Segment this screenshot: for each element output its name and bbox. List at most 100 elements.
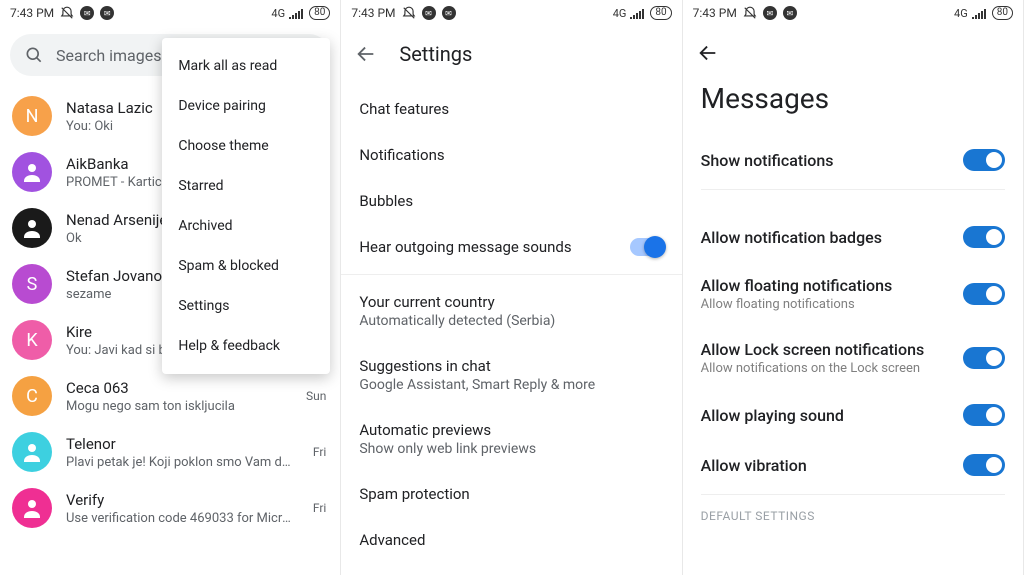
chat-text: Verify Use verification code 469033 for M…	[66, 491, 293, 526]
toggle-switch[interactable]	[630, 238, 664, 256]
appbar: Settings	[341, 26, 681, 86]
settings-item[interactable]: Spam protection	[341, 471, 681, 517]
notification-row[interactable]: Allow playing sound	[683, 390, 1023, 440]
chat-date: Sun	[306, 389, 326, 403]
settings-item-primary: Chat features	[359, 100, 663, 118]
chat-name: Verify	[66, 491, 293, 509]
menu-item[interactable]: Help & feedback	[162, 326, 330, 366]
status-bar: 7:43 PM ✉ ✉ 4G 80	[0, 0, 340, 26]
menu-item[interactable]: Archived	[162, 206, 330, 246]
settings-item[interactable]: Suggestions in chat Google Assistant, Sma…	[341, 343, 681, 407]
settings-item-primary: Automatic previews	[359, 421, 663, 439]
settings-item-primary: Bubbles	[359, 192, 663, 210]
toggle-switch[interactable]	[963, 283, 1005, 305]
menu-item[interactable]: Spam & blocked	[162, 246, 330, 286]
panel-messages-list: 7:43 PM ✉ ✉ 4G 80 Search images NNatasa …	[0, 0, 341, 575]
toggle-switch[interactable]	[963, 226, 1005, 248]
chat-item[interactable]: Telenor Plavi petak je! Koji poklon smo V…	[0, 424, 340, 480]
avatar: S	[12, 264, 52, 304]
battery-indicator: 80	[992, 6, 1013, 20]
battery-indicator: 80	[650, 6, 671, 20]
notification-row[interactable]: Allow Lock screen notifications Allow not…	[683, 326, 1023, 390]
network-label: 4G	[613, 7, 627, 20]
notification-row-primary: Allow vibration	[701, 456, 947, 475]
settings-item-primary: Advanced	[359, 531, 663, 549]
notification-row-primary: Show notifications	[701, 151, 947, 170]
chat-text: Ceca 063 Mogu nego sam ton iskljucila	[66, 379, 286, 414]
notification-row[interactable]: Allow floating notificationsAllow floati…	[683, 262, 1023, 326]
notification-list: Show notifications Allow notification bad…	[683, 135, 1023, 490]
notification-row[interactable]: Show notifications	[683, 135, 1023, 185]
settings-item[interactable]: Hear outgoing message sounds	[341, 224, 681, 270]
appbar-title: Settings	[399, 42, 472, 66]
status-time: 7:43 PM	[351, 6, 395, 20]
search-placeholder: Search images	[56, 46, 161, 65]
settings-item-primary: Notifications	[359, 146, 663, 164]
section-label: DEFAULT SETTINGS	[683, 509, 1023, 523]
toggle-switch[interactable]	[963, 404, 1005, 426]
chat-snippet: Plavi petak je! Koji poklon smo Vam dana…	[66, 455, 293, 470]
chat-date: Fri	[313, 501, 326, 515]
dnd-icon	[743, 6, 757, 20]
toggle-switch[interactable]	[963, 149, 1005, 171]
chat-name: Ceca 063	[66, 379, 286, 397]
notification-row-secondary: Allow floating notifications	[701, 297, 947, 312]
chat-name: Telenor	[66, 435, 293, 453]
toggle-switch[interactable]	[963, 454, 1005, 476]
status-bar: 7:43 PM ✉ ✉ 4G 80	[341, 0, 681, 26]
divider	[701, 494, 1005, 495]
dnd-icon	[60, 6, 74, 20]
avatar: N	[12, 96, 52, 136]
settings-item[interactable]: Advanced	[341, 517, 681, 563]
notification-row-primary: Allow playing sound	[701, 406, 947, 425]
back-button[interactable]	[355, 43, 377, 65]
menu-item[interactable]: Starred	[162, 166, 330, 206]
notification-row[interactable]: Allow notification badges	[683, 212, 1023, 262]
messenger-icon-2: ✉	[100, 6, 114, 20]
avatar	[12, 208, 52, 248]
toggle-switch[interactable]	[963, 347, 1005, 369]
signal-icon	[630, 7, 646, 19]
settings-item-secondary: Google Assistant, Smart Reply & more	[359, 377, 663, 393]
page-title: Messages	[683, 70, 1023, 135]
settings-item[interactable]: Your current countryAutomatically detect…	[341, 279, 681, 343]
back-button[interactable]	[697, 42, 719, 64]
status-time: 7:43 PM	[693, 6, 737, 20]
menu-item[interactable]: Settings	[162, 286, 330, 326]
divider	[701, 189, 1005, 190]
chat-snippet: Use verification code 469033 for Micros…	[66, 511, 293, 526]
chat-snippet: Mogu nego sam ton iskljucila	[66, 399, 286, 414]
notification-row-primary: Allow Lock screen notifications	[701, 340, 947, 359]
avatar: C	[12, 376, 52, 416]
chat-item[interactable]: Verify Use verification code 469033 for M…	[0, 480, 340, 536]
settings-item-secondary: Show only web link previews	[359, 441, 663, 457]
network-label: 4G	[271, 7, 285, 20]
settings-item-primary: Suggestions in chat	[359, 357, 663, 375]
menu-item[interactable]: Mark all as read	[162, 46, 330, 86]
settings-item-primary: Your current country	[359, 293, 663, 311]
settings-item[interactable]: Bubbles	[341, 178, 681, 224]
messenger-icon: ✉	[763, 6, 777, 20]
divider	[341, 274, 681, 275]
battery-indicator: 80	[309, 6, 330, 20]
chat-date: Fri	[313, 445, 326, 459]
messenger-icon-2: ✉	[783, 6, 797, 20]
messenger-icon-2: ✉	[442, 6, 456, 20]
avatar	[12, 432, 52, 472]
network-label: 4G	[954, 7, 968, 20]
avatar	[12, 488, 52, 528]
avatar	[12, 152, 52, 192]
settings-item[interactable]: Chat features	[341, 86, 681, 132]
notification-row-primary: Allow notification badges	[701, 228, 947, 247]
menu-item[interactable]: Choose theme	[162, 126, 330, 166]
notification-row-secondary: Allow notifications on the Lock screen	[701, 361, 947, 376]
messenger-icon: ✉	[422, 6, 436, 20]
signal-icon	[289, 7, 305, 19]
menu-item[interactable]: Device pairing	[162, 86, 330, 126]
settings-item[interactable]: Automatic previews Show only web link pre…	[341, 407, 681, 471]
settings-item[interactable]: Notifications	[341, 132, 681, 178]
appbar	[683, 26, 1023, 70]
chat-item[interactable]: C Ceca 063 Mogu nego sam ton iskljucila Su…	[0, 368, 340, 424]
dnd-icon	[402, 6, 416, 20]
notification-row[interactable]: Allow vibration	[683, 440, 1023, 490]
